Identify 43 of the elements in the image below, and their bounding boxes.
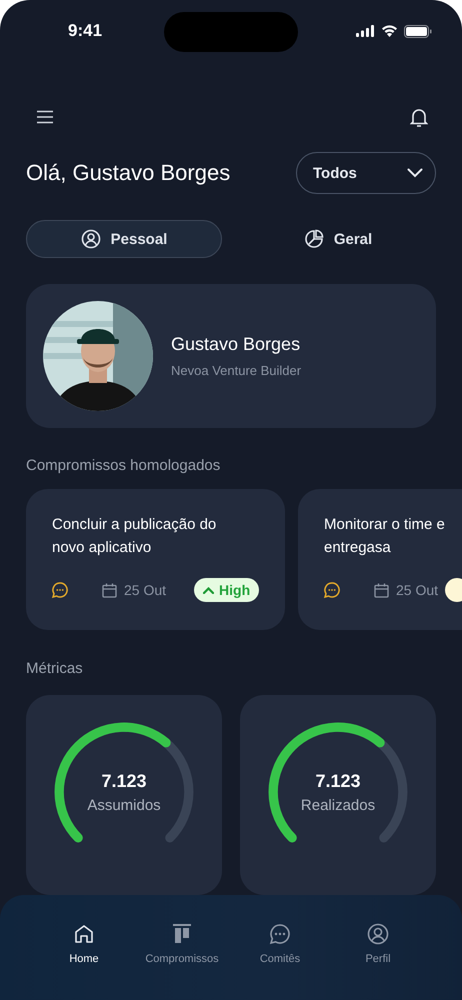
clock-time: 9:41 bbox=[68, 21, 102, 41]
notifications-button[interactable] bbox=[410, 107, 428, 127]
metric-value: 7.123 bbox=[100, 771, 148, 792]
tab[interactable]: Pessoal bbox=[26, 220, 222, 258]
due-date: 25 Out bbox=[374, 582, 438, 598]
filter-dropdown[interactable]: Todos bbox=[296, 152, 436, 194]
commitment-title: Monitorar o time e entregasa bbox=[324, 515, 446, 558]
commitment-card[interactable]: Monitorar o time e entregasa 25 Out bbox=[298, 489, 462, 630]
company-name: Nevoa Venture Builder bbox=[171, 363, 302, 378]
section-title: Compromissos homologados bbox=[26, 457, 220, 474]
calendar-icon bbox=[102, 582, 117, 598]
home-icon bbox=[73, 923, 95, 945]
menu-button[interactable] bbox=[36, 110, 54, 124]
chat-icon bbox=[269, 923, 291, 945]
comment-icon bbox=[52, 582, 68, 598]
menu-icon bbox=[36, 110, 54, 124]
signal-icon bbox=[356, 25, 375, 37]
metric-label: Realizados bbox=[300, 797, 376, 814]
greeting-title: Olá, Gustavo Borges bbox=[26, 160, 230, 186]
battery-icon bbox=[404, 24, 432, 38]
user-icon bbox=[367, 923, 389, 945]
tab[interactable]: Geral bbox=[240, 220, 436, 258]
priority-badge: High bbox=[194, 578, 260, 602]
commitment-title: Concluir a publicação do novo aplicativo bbox=[52, 515, 218, 558]
nav-item[interactable]: Compromissos bbox=[133, 895, 231, 1000]
board-icon bbox=[171, 923, 193, 945]
nav-item[interactable]: Perfil bbox=[329, 895, 427, 1000]
nav-item[interactable]: Home bbox=[35, 895, 133, 1000]
profile-name: Gustavo Borges bbox=[171, 334, 302, 355]
calendar-icon bbox=[374, 582, 389, 598]
caret-up-icon bbox=[203, 586, 214, 594]
wifi-icon bbox=[381, 25, 398, 37]
pie-chart-icon bbox=[304, 229, 324, 249]
metric-value: 7.123 bbox=[314, 771, 362, 792]
person-icon bbox=[80, 229, 101, 249]
section-title: Métricas bbox=[26, 660, 83, 677]
commitment-card[interactable]: Concluir a publicação do novo aplicativo 25 Out High bbox=[26, 489, 285, 630]
due-date: 25 Out bbox=[102, 582, 166, 598]
chevron-down-icon bbox=[407, 168, 423, 178]
comment-icon bbox=[324, 582, 340, 598]
nav-item[interactable]: Comitês bbox=[231, 895, 329, 1000]
bell-icon bbox=[410, 107, 428, 127]
metric-label: Assumidos bbox=[86, 797, 162, 814]
